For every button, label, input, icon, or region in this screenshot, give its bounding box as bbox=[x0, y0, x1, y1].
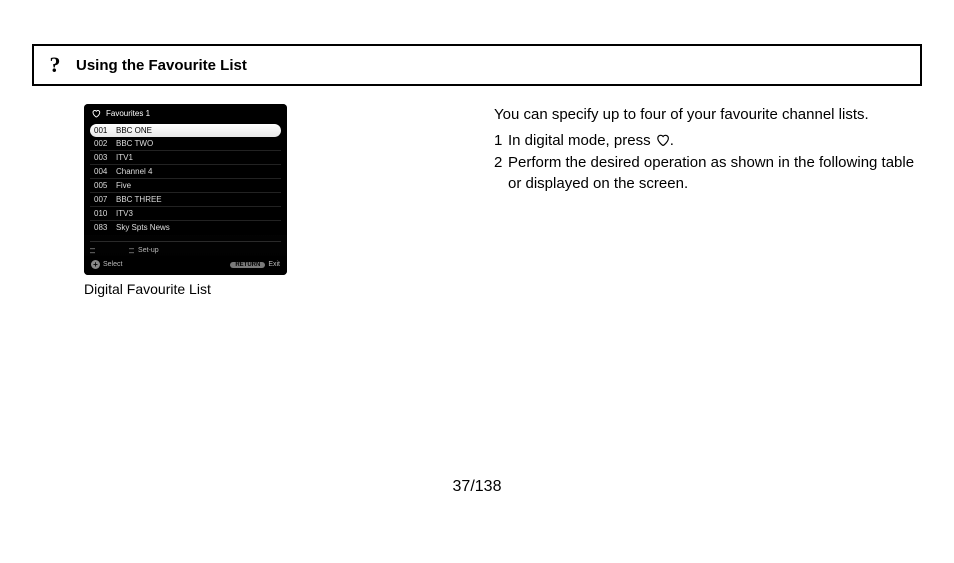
plus-icon: + bbox=[91, 260, 100, 269]
channel-number: 004 bbox=[94, 167, 116, 176]
tv-controls-row: –– –– Set-up bbox=[84, 242, 287, 256]
channel-name: Channel 4 bbox=[116, 167, 152, 176]
intro-paragraph: You can specify up to four of your favou… bbox=[494, 104, 922, 126]
control-setup: –– Set-up bbox=[129, 246, 159, 254]
heart-icon bbox=[91, 109, 101, 118]
channel-row: 007 BBC THREE bbox=[90, 193, 281, 207]
channel-number: 010 bbox=[94, 209, 116, 218]
exit-label: Exit bbox=[268, 261, 280, 268]
channel-row: 003 ITV1 bbox=[90, 151, 281, 165]
channel-number: 003 bbox=[94, 153, 116, 162]
channel-number: 005 bbox=[94, 181, 116, 190]
return-chip: RETURN bbox=[230, 262, 265, 268]
channel-name: Sky Spts News bbox=[116, 223, 170, 232]
setup-label: Set-up bbox=[138, 247, 159, 254]
channel-name: BBC ONE bbox=[116, 126, 152, 135]
content-area: Favourites 1 001 BBC ONE 002 BBC TWO 003… bbox=[84, 104, 922, 297]
channel-number: 083 bbox=[94, 223, 116, 232]
dash-icon: –– bbox=[129, 246, 134, 254]
step-text: In digital mode, press . bbox=[508, 130, 922, 152]
tv-screenshot: Favourites 1 001 BBC ONE 002 BBC TWO 003… bbox=[84, 104, 287, 275]
figure-caption: Digital Favourite List bbox=[84, 281, 474, 297]
channel-row: 004 Channel 4 bbox=[90, 165, 281, 179]
channel-row: 001 BBC ONE bbox=[90, 124, 281, 137]
channel-number: 007 bbox=[94, 195, 116, 204]
channel-row: 010 ITV3 bbox=[90, 207, 281, 221]
step-text: Perform the desired operation as shown i… bbox=[508, 152, 922, 196]
channel-name: Five bbox=[116, 181, 131, 190]
channel-row: 002 BBC TWO bbox=[90, 137, 281, 151]
channel-row: 083 Sky Spts News bbox=[90, 221, 281, 234]
channel-name: ITV1 bbox=[116, 153, 133, 162]
step1-suffix: . bbox=[670, 132, 674, 149]
help-icon: ? bbox=[44, 52, 66, 78]
channel-number: 001 bbox=[94, 126, 116, 135]
section-title: Using the Favourite List bbox=[76, 57, 247, 74]
step1-prefix: In digital mode, press bbox=[508, 132, 655, 149]
channel-name: BBC THREE bbox=[116, 195, 162, 204]
step-2: 2 Perform the desired operation as shown… bbox=[494, 152, 922, 196]
dash-icon: –– bbox=[90, 246, 95, 254]
figure-column: Favourites 1 001 BBC ONE 002 BBC TWO 003… bbox=[84, 104, 474, 297]
channel-row: 005 Five bbox=[90, 179, 281, 193]
step-1: 1 In digital mode, press . bbox=[494, 130, 922, 152]
page-number: 37/138 bbox=[0, 478, 954, 496]
channel-name: BBC TWO bbox=[116, 139, 153, 148]
heart-icon bbox=[655, 132, 670, 149]
tv-footer: + Select RETURN Exit bbox=[84, 256, 287, 275]
step-number: 2 bbox=[494, 152, 508, 196]
channel-name: ITV3 bbox=[116, 209, 133, 218]
tv-title: Favourites 1 bbox=[106, 109, 150, 118]
channel-number: 002 bbox=[94, 139, 116, 148]
tv-channel-list: 001 BBC ONE 002 BBC TWO 003 ITV1 004 Cha… bbox=[84, 122, 287, 235]
body-text: You can specify up to four of your favou… bbox=[474, 104, 922, 297]
step-number: 1 bbox=[494, 130, 508, 152]
section-header-frame: ? Using the Favourite List bbox=[32, 44, 922, 86]
control-blank-left: –– bbox=[90, 246, 99, 254]
footer-right: RETURN Exit bbox=[230, 261, 280, 268]
select-label: Select bbox=[103, 261, 122, 268]
tv-header: Favourites 1 bbox=[84, 104, 287, 122]
footer-left: + Select bbox=[91, 260, 122, 269]
